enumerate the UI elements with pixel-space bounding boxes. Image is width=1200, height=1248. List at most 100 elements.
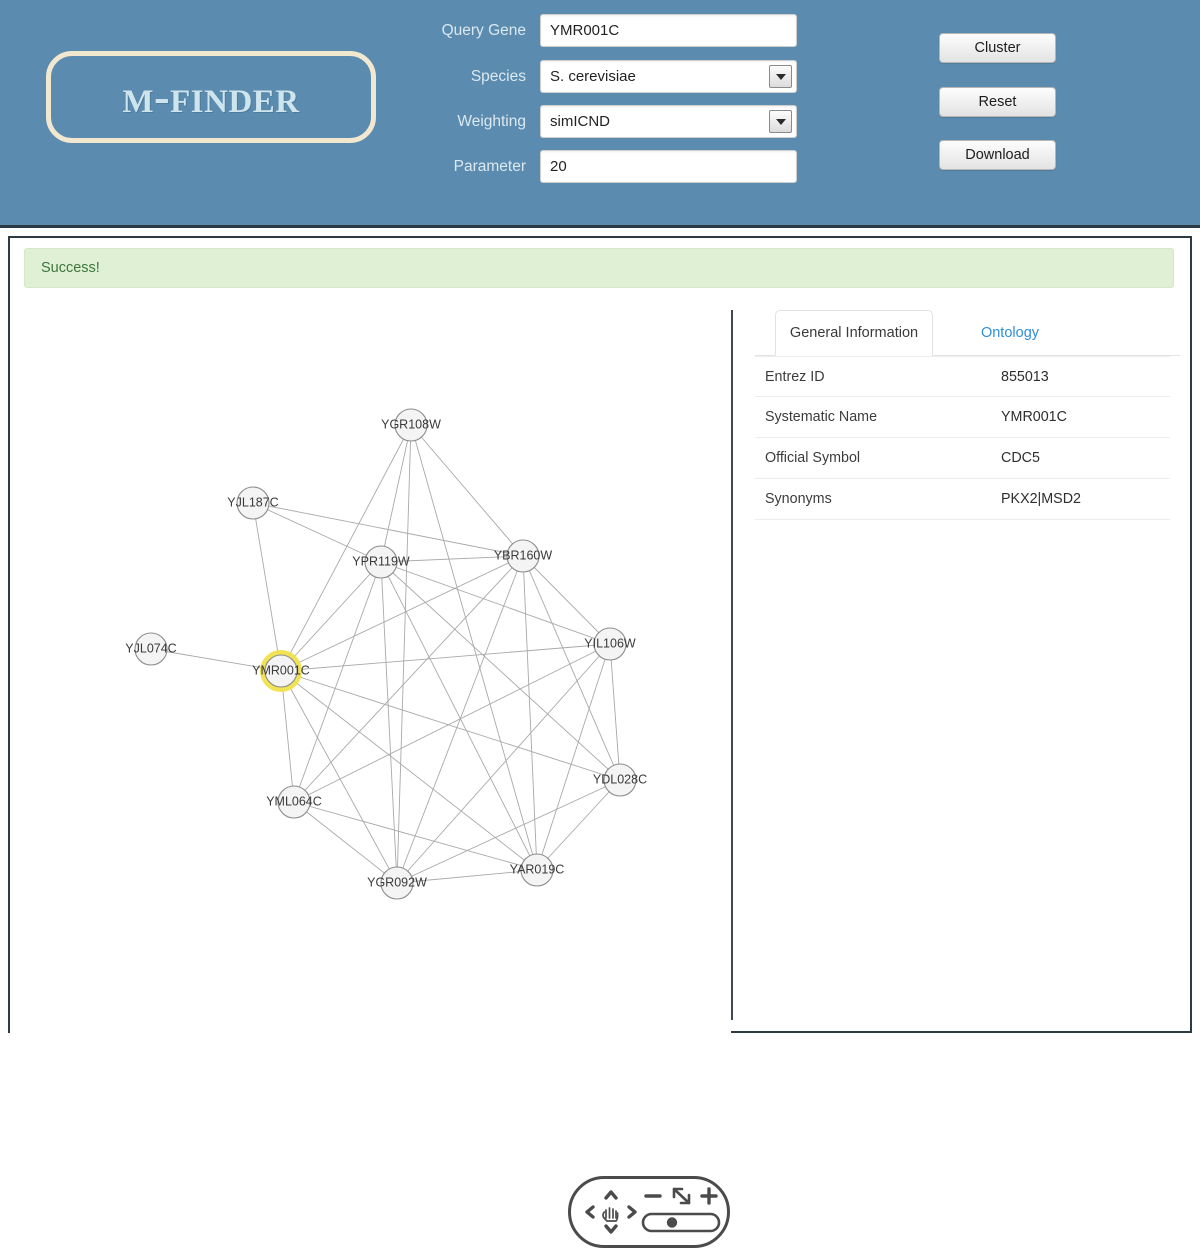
chevron-right-icon [627,1205,637,1219]
graph-edge [396,424,412,884]
graph-node-layer[interactable]: YGR108W YJL187C YPR119W YBR160W YJL074C YIL10… [125,408,647,900]
graph-edge [380,561,621,781]
graph-edge [293,555,524,803]
query-gene-label: Query Gene [441,21,526,39]
table-row: Systematic Name YMR001C [755,397,1170,438]
graph-edge [380,561,398,884]
species-row: Species [432,60,797,93]
info-key: Official Symbol [765,450,861,466]
pan-arrows-icon [585,1190,637,1234]
zoom-slider-knob [666,1217,678,1228]
app-header: M-Finder Query Gene Species Weighting Pa… [0,0,1200,228]
graph-edge [293,643,611,803]
graph-node-label: YMR001C [252,663,310,677]
table-row: Official Symbol CDC5 [755,438,1170,479]
app-logo-text: M-Finder [122,71,300,123]
download-button[interactable]: Download [939,140,1056,170]
table-row: Entrez ID 855013 [755,356,1170,397]
graph-node-label: YGR108W [381,417,441,431]
graph-node-ydl028c[interactable]: YDL028C [593,763,647,797]
graph-edge [536,779,621,871]
info-value: PKX2|MSD2 [1001,491,1081,507]
zoom-out-button[interactable] [643,1187,663,1205]
graph-edge [522,555,538,871]
chevron-left-icon [585,1205,595,1219]
chevron-down-icon[interactable] [769,110,792,133]
weighting-select-value[interactable] [540,105,797,138]
graph-edge [380,424,412,563]
info-key: Entrez ID [765,368,825,385]
graph-node-label: YML064C [266,794,322,808]
graph-edge [380,561,538,871]
gene-info-panel: General Information Ontology Entrez ID 8… [755,310,1180,1010]
graph-node-ypr119w[interactable]: YPR119W [352,545,410,579]
chevron-up-icon [604,1190,618,1200]
species-label: Species [470,67,526,85]
info-value: CDC5 [1001,450,1040,466]
graph-node-yml064c[interactable]: YML064C [266,785,322,819]
graph-edge [380,561,611,645]
graph-edge [280,424,412,672]
graph-node-ymr001c[interactable]: YMR001C [252,650,310,692]
info-value: YMR001C [1001,409,1067,425]
reset-button[interactable]: Reset [939,87,1056,117]
hand-pan-icon [602,1207,619,1222]
parameter-input[interactable] [540,150,797,183]
graph-node-ygr108w[interactable]: YGR108W [381,408,441,442]
tab-general-information[interactable]: General Information [775,310,933,356]
graph-edge [280,561,382,672]
graph-node-label: YBR160W [494,548,553,562]
zoom-in-button[interactable] [699,1187,719,1205]
info-key: Synonyms [765,491,832,507]
cluster-button[interactable]: Cluster [939,33,1056,63]
graph-edge [293,801,398,884]
graph-node-ygr092w[interactable]: YGR092W [367,866,427,900]
graph-edge [252,502,282,672]
parameter-label: Parameter [453,157,526,175]
tab-ontology[interactable]: Ontology [945,310,1075,356]
graph-node-yar019c[interactable]: YAR019C [510,853,565,887]
app-logo: M-Finder [46,51,376,143]
graph-node-label: YDL028C [593,772,647,786]
weighting-row: Weighting [432,105,797,138]
panel-divider [731,310,733,1020]
chevron-down-icon [604,1224,618,1234]
graph-node-label: YPR119W [352,554,410,568]
fit-to-screen-icon[interactable] [672,1187,691,1205]
graph-edge [410,424,524,557]
info-value: 855013 [1001,368,1049,385]
network-graph-panel[interactable]: YGR108W YJL187C YPR119W YBR160W YJL074C YIL10… [10,310,731,1033]
graph-node-label: YJL187C [227,495,278,509]
weighting-select[interactable] [540,105,797,138]
graph-edge [252,502,382,563]
chevron-down-icon[interactable] [769,65,792,88]
graph-node-yil106w[interactable]: YIL106W [584,627,636,661]
content-panel: Success! YGR108W YJL187C YPR119W YBR160W YJL… [8,236,1192,1248]
graph-edge [280,670,538,871]
graph-node-label: YAR019C [510,862,565,876]
species-select[interactable] [540,60,797,93]
graph-edge [522,555,611,645]
parameter-row: Parameter [432,150,797,183]
query-gene-input[interactable] [540,14,797,47]
graph-edge [293,801,538,871]
table-row: Synonyms PKX2|MSD2 [755,479,1170,520]
graph-node-ybr160w[interactable]: YBR160W [494,539,553,573]
query-gene-row: Query Gene [432,14,797,47]
graph-navigation-control[interactable] [568,1176,730,1248]
status-banner-text: Success! [41,260,100,276]
graph-node-yjl187c[interactable]: YJL187C [227,486,279,520]
graph-node-label: YJL074C [125,641,176,655]
graph-node-label: YIL106W [584,636,636,650]
graph-edge [280,643,611,672]
gene-info-table: Entrez ID 855013 Systematic Name YMR001C… [755,356,1170,520]
graph-edge [293,561,382,803]
graph-edge [522,555,621,781]
status-banner: Success! [24,248,1174,288]
network-graph-svg[interactable]: YGR108W YJL187C YPR119W YBR160W YJL074C YIL10… [10,310,731,1033]
graph-node-label: YGR092W [367,875,427,889]
species-select-value[interactable] [540,60,797,93]
graph-node-yjl074c[interactable]: YJL074C [125,632,177,666]
info-key: Systematic Name [765,409,878,425]
zoom-slider[interactable] [641,1212,721,1233]
